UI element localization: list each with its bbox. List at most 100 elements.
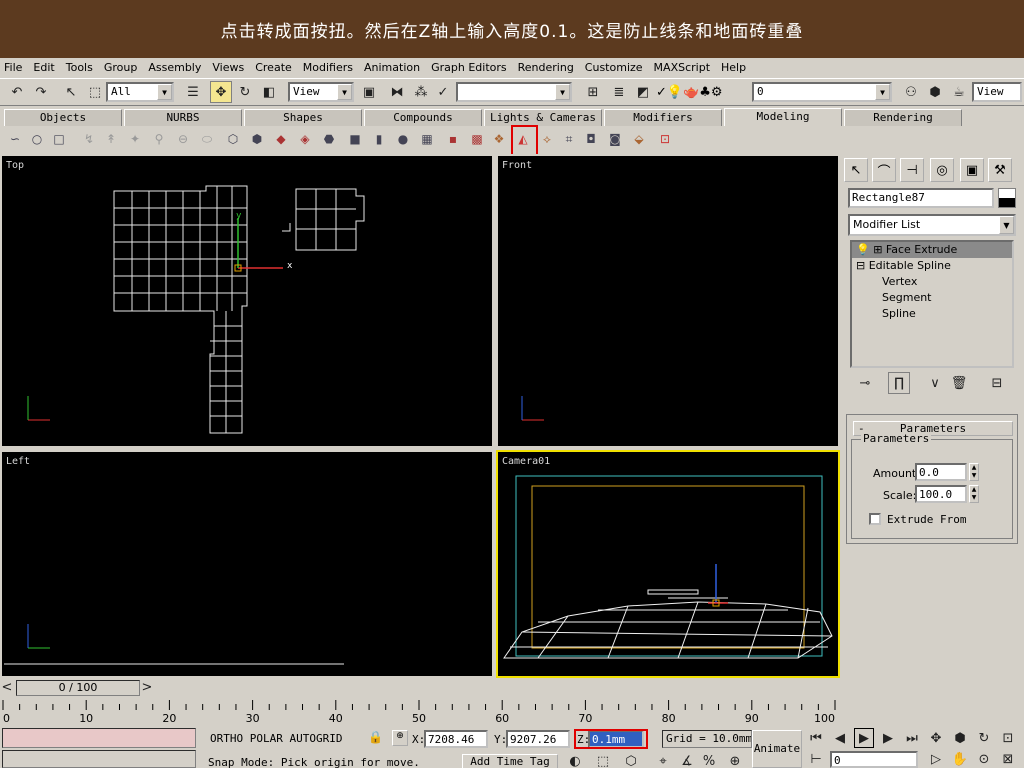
menu-item-help[interactable]: Help	[721, 61, 746, 74]
optimize-icon[interactable]: ❖	[490, 130, 508, 148]
menu-item-group[interactable]: Group	[104, 61, 138, 74]
render-view-dropdown[interactable]: View	[972, 82, 1022, 102]
element-icon[interactable]: ⬣	[320, 130, 338, 148]
lock-icon[interactable]: 🔒	[368, 730, 383, 744]
scale-input[interactable]: 100.0	[915, 485, 967, 503]
select-button[interactable]: ↖	[60, 81, 82, 103]
pivot-button[interactable]: ▣	[358, 81, 380, 103]
tab-modeling[interactable]: Modeling	[724, 108, 842, 126]
sphere-icon[interactable]: ●	[394, 130, 412, 148]
maxscript-listener-output[interactable]	[2, 750, 196, 768]
uvw-icon[interactable]: ⊡	[656, 130, 674, 148]
weld-icon[interactable]: ✦	[126, 130, 144, 148]
menu-item-rendering[interactable]: Rendering	[518, 61, 574, 74]
cap-icon[interactable]: ◙	[606, 130, 624, 148]
region-select-button[interactable]: ⬚	[84, 81, 106, 103]
edge-icon[interactable]: ◈	[296, 130, 314, 148]
next-frame-icon[interactable]: ▶	[878, 728, 898, 748]
zoom-region-icon[interactable]: ⊡	[998, 728, 1018, 748]
rotate-button[interactable]: ↻	[234, 81, 256, 103]
x-coordinate-input[interactable]: 7208.46	[424, 730, 488, 748]
viewport-camera[interactable]: Camera01	[496, 450, 840, 678]
move-button[interactable]: ✥	[210, 81, 232, 103]
stack-item-editable-spline[interactable]: ⊟ Editable Spline	[852, 258, 1012, 274]
array-button[interactable]: ⁂	[410, 81, 432, 103]
remove-modifier-icon[interactable]: 🗑	[948, 372, 970, 394]
amount-spinner[interactable]: ▲ ▼	[969, 463, 979, 481]
snap-toggle-icon[interactable]: ⌖	[654, 752, 672, 768]
selection-filter-dropdown[interactable]: All ▼	[106, 82, 174, 102]
mirror-button[interactable]: ⧓	[386, 81, 408, 103]
extrude-from-checkbox[interactable]	[869, 513, 881, 525]
prev-frame-icon[interactable]: ◀	[830, 728, 850, 748]
scale-button[interactable]: ◧	[258, 81, 280, 103]
shell-icon[interactable]: ◘	[582, 130, 600, 148]
modifier-list-dropdown[interactable]: Modifier List ▼	[848, 214, 1016, 236]
layer-properties-button[interactable]: ◩	[632, 81, 654, 103]
tab-shapes[interactable]: Shapes	[244, 109, 362, 126]
play-icon[interactable]: ▶	[854, 728, 874, 748]
maximize-viewport-icon[interactable]: ⊠	[998, 750, 1018, 768]
align-button[interactable]: ⊞	[582, 81, 604, 103]
stack-item-vertex[interactable]: Vertex	[852, 274, 1012, 290]
menu-item-create[interactable]: Create	[255, 61, 292, 74]
slice-icon[interactable]: ⌗	[560, 130, 578, 148]
add-time-tag-button[interactable]: Add Time Tag	[462, 754, 558, 768]
render-scene-button[interactable]: ☕	[948, 81, 970, 103]
box-icon[interactable]: ■	[346, 130, 364, 148]
key-mode-icon[interactable]: ⊢	[806, 750, 826, 768]
grid-icon[interactable]: ▦	[418, 130, 436, 148]
y-coordinate-input[interactable]: 9207.26	[506, 730, 570, 748]
vertex-icon[interactable]: ◆	[272, 130, 290, 148]
create-tab-icon[interactable]: ↖	[844, 158, 868, 182]
extrude-icon[interactable]: ⬭	[198, 130, 216, 148]
circle-icon[interactable]: ○	[28, 130, 46, 148]
degradation-icon[interactable]: ⬡	[622, 752, 640, 768]
pattern-icon[interactable]: ⬙	[630, 130, 648, 148]
spinner-snap-icon[interactable]: ⊕	[726, 752, 744, 768]
animate-button[interactable]: Animate	[752, 730, 802, 768]
undo-button[interactable]: ↶	[6, 81, 28, 103]
layer-dropdown[interactable]: 0 ▼	[752, 82, 892, 102]
menu-item-customize[interactable]: Customize	[585, 61, 643, 74]
spline-icon[interactable]: ∽	[6, 130, 24, 148]
object-name-field[interactable]: Rectangle87	[848, 188, 994, 208]
menu-item-maxscript[interactable]: MAXScript	[654, 61, 710, 74]
tab-objects[interactable]: Objects	[4, 109, 122, 126]
menu-item-modifiers[interactable]: Modifiers	[303, 61, 353, 74]
arc-rotate-icon[interactable]: ⊙	[974, 750, 994, 768]
menu-item-file[interactable]: File	[4, 61, 22, 74]
configure-sets-icon[interactable]: ⊟	[986, 372, 1008, 394]
pan-icon[interactable]: ✥	[926, 728, 946, 748]
pin-stack-icon[interactable]: ⊸	[854, 372, 876, 394]
percent-snap-icon[interactable]: %	[700, 752, 718, 768]
poly-select-icon[interactable]: ⬢	[248, 130, 266, 148]
menu-item-tools[interactable]: Tools	[66, 61, 93, 74]
refine-icon[interactable]: ↟	[102, 130, 120, 148]
tab-rendering[interactable]: Rendering	[844, 109, 962, 126]
menu-item-edit[interactable]: Edit	[33, 61, 54, 74]
reference-coord-dropdown[interactable]: View ▼	[288, 82, 354, 102]
viewport-left[interactable]: Left	[0, 450, 494, 678]
selection-lock-icon[interactable]: ◐	[566, 752, 584, 768]
mesh-select-icon[interactable]: ⬡	[224, 130, 242, 148]
menu-item-graph-editors[interactable]: Graph Editors	[431, 61, 507, 74]
hand-pan-icon[interactable]: ✋	[950, 750, 970, 768]
cylinder-icon[interactable]: ▮	[370, 130, 388, 148]
tab-compounds[interactable]: Compounds	[364, 109, 482, 126]
tab-nurbs[interactable]: NURBS	[124, 109, 242, 126]
crossing-icon[interactable]: ⬚	[594, 752, 612, 768]
edit-spline-icon[interactable]: ↯	[80, 130, 98, 148]
motion-tab-icon[interactable]: ◎	[930, 158, 954, 182]
amount-input[interactable]: 0.0	[915, 463, 967, 481]
scale-spinner[interactable]: ▲ ▼	[969, 485, 979, 503]
tab-modifiers[interactable]: Modifiers	[604, 109, 722, 126]
maxscript-listener[interactable]	[2, 728, 196, 748]
layer-manager-button[interactable]: ≣	[608, 81, 630, 103]
menu-item-assembly[interactable]: Assembly	[148, 61, 201, 74]
named-selection-dropdown[interactable]: ▼	[456, 82, 572, 102]
absolute-mode-icon[interactable]: ⊕	[392, 730, 408, 746]
time-slider[interactable]: 0 / 100	[16, 680, 140, 696]
menu-item-animation[interactable]: Animation	[364, 61, 420, 74]
modify-tab-icon[interactable]: ⌒	[872, 158, 896, 182]
